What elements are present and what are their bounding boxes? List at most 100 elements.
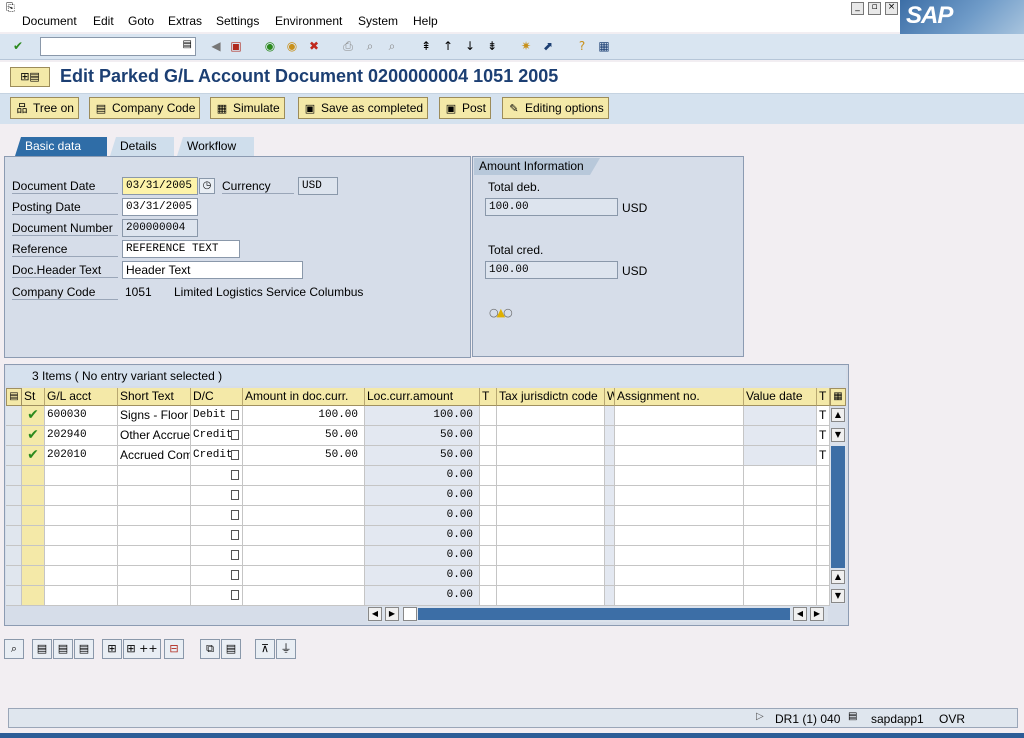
simulate-button[interactable]: ▦ Simulate: [210, 97, 285, 119]
minimize-icon[interactable]: _: [851, 2, 864, 15]
scroll-right-icon[interactable]: ▶: [810, 607, 824, 621]
page-up-icon[interactable]: ▲: [831, 570, 845, 584]
cell-t[interactable]: [480, 506, 497, 526]
column-header-debit-credit[interactable]: D/C: [191, 388, 243, 406]
row-selector[interactable]: [6, 566, 22, 586]
row-selector[interactable]: [6, 586, 22, 606]
cell-tax[interactable]: [497, 406, 605, 426]
cell-w[interactable]: [605, 506, 615, 526]
cell-gl[interactable]: [45, 586, 118, 606]
cell-gl[interactable]: [45, 466, 118, 486]
next-page-icon[interactable]: ↓: [462, 38, 478, 54]
value-help-icon[interactable]: [231, 590, 239, 600]
cell-assign[interactable]: [615, 506, 744, 526]
restore-icon[interactable]: ▫: [868, 2, 881, 15]
column-header-status[interactable]: St: [22, 388, 45, 406]
select-layout-icon[interactable]: ▤: [74, 639, 94, 659]
cancel-icon[interactable]: ✖: [306, 38, 322, 54]
cell-dc[interactable]: [191, 486, 243, 506]
save-as-completed-button[interactable]: ▣ Save as completed: [298, 97, 429, 119]
help-icon[interactable]: ?: [574, 38, 590, 54]
status-expand-icon[interactable]: ▷: [756, 711, 764, 722]
menu-extras[interactable]: Extras: [168, 14, 202, 28]
cell-vdate[interactable]: [744, 466, 817, 486]
cell-assign[interactable]: [615, 546, 744, 566]
column-header-value-date[interactable]: Value date: [744, 388, 817, 406]
cell-gl[interactable]: 202010: [45, 446, 118, 466]
cell-short[interactable]: [118, 546, 191, 566]
cell-vdate[interactable]: [744, 526, 817, 546]
calendar-icon[interactable]: ◷: [199, 178, 215, 194]
cell-gl[interactable]: 202940: [45, 426, 118, 446]
cell-amount[interactable]: [243, 466, 365, 486]
row-selector[interactable]: [6, 526, 22, 546]
cell-amount[interactable]: [243, 506, 365, 526]
cell-amount[interactable]: 100.00: [243, 406, 365, 426]
cell-gl[interactable]: [45, 526, 118, 546]
column-header-amount-doc[interactable]: Amount in doc.curr.: [243, 388, 365, 406]
filter-icon[interactable]: ⏚: [276, 639, 296, 659]
cell-short[interactable]: [118, 486, 191, 506]
column-header-short-text[interactable]: Short Text: [118, 388, 191, 406]
cell-assign[interactable]: [615, 446, 744, 466]
last-page-icon[interactable]: ⇟: [484, 38, 500, 54]
scroll-thumb[interactable]: [831, 446, 845, 568]
cell-tail[interactable]: [817, 526, 830, 546]
column-header-amount-local[interactable]: Loc.curr.amount: [365, 388, 480, 406]
find-next-icon[interactable]: ⌕: [384, 38, 400, 54]
sum-icon[interactable]: ⊼: [255, 639, 275, 659]
append-rows-icon[interactable]: ⊞ ++: [123, 639, 161, 659]
cell-amount[interactable]: [243, 546, 365, 566]
cell-dc[interactable]: Credit: [191, 446, 243, 466]
cell-vdate[interactable]: [744, 406, 817, 426]
table-settings-icon[interactable]: ▦: [830, 388, 846, 406]
cell-dc[interactable]: [191, 506, 243, 526]
cell-t[interactable]: [480, 426, 497, 446]
cell-dc[interactable]: [191, 526, 243, 546]
delete-row-icon[interactable]: ⊟: [164, 639, 184, 659]
cell-short[interactable]: Signs - Floor: [118, 406, 191, 426]
tab-basic-data[interactable]: Basic data: [15, 137, 107, 156]
company-code-button[interactable]: ▤ Company Code: [89, 97, 201, 119]
cell-vdate[interactable]: [744, 546, 817, 566]
cell-t[interactable]: [480, 446, 497, 466]
cell-tax[interactable]: [497, 506, 605, 526]
cell-tax[interactable]: [497, 566, 605, 586]
cell-dc[interactable]: [191, 546, 243, 566]
cell-w[interactable]: [605, 486, 615, 506]
cell-tail[interactable]: T: [817, 406, 830, 426]
previous-page-icon[interactable]: ↑: [440, 38, 456, 54]
cell-short[interactable]: [118, 566, 191, 586]
exit-icon[interactable]: ◉: [284, 38, 300, 54]
row-selector[interactable]: [6, 546, 22, 566]
cell-amount[interactable]: [243, 526, 365, 546]
cell-vdate[interactable]: [744, 426, 817, 446]
cell-tail[interactable]: T: [817, 426, 830, 446]
cell-w[interactable]: [605, 566, 615, 586]
back-icon[interactable]: ◉: [262, 38, 278, 54]
column-header-tax[interactable]: T: [480, 388, 497, 406]
post-button[interactable]: ▣ Post: [439, 97, 492, 119]
value-help-icon[interactable]: [231, 490, 239, 500]
document-overview-icon[interactable]: ⊞▤: [10, 67, 50, 87]
column-header-w[interactable]: W: [605, 388, 615, 406]
cell-short[interactable]: Other Accrued: [118, 426, 191, 446]
cell-short[interactable]: [118, 526, 191, 546]
first-page-icon[interactable]: ⇞: [418, 38, 434, 54]
cell-tail[interactable]: [817, 466, 830, 486]
page-down-icon[interactable]: ▼: [831, 428, 845, 442]
back-arrow-icon[interactable]: ◀: [208, 38, 224, 54]
cell-assign[interactable]: [615, 406, 744, 426]
cell-gl[interactable]: [45, 506, 118, 526]
cell-tail[interactable]: T: [817, 446, 830, 466]
cell-w[interactable]: [605, 526, 615, 546]
command-field[interactable]: ▤: [40, 37, 196, 56]
row-selector[interactable]: [6, 406, 22, 426]
hscroll-thumb[interactable]: [403, 607, 417, 621]
cell-tail[interactable]: [817, 586, 830, 606]
cell-assign[interactable]: [615, 586, 744, 606]
cell-tail[interactable]: [817, 506, 830, 526]
find-icon[interactable]: ⌕: [362, 38, 378, 54]
cell-w[interactable]: [605, 446, 615, 466]
cell-amount[interactable]: [243, 586, 365, 606]
